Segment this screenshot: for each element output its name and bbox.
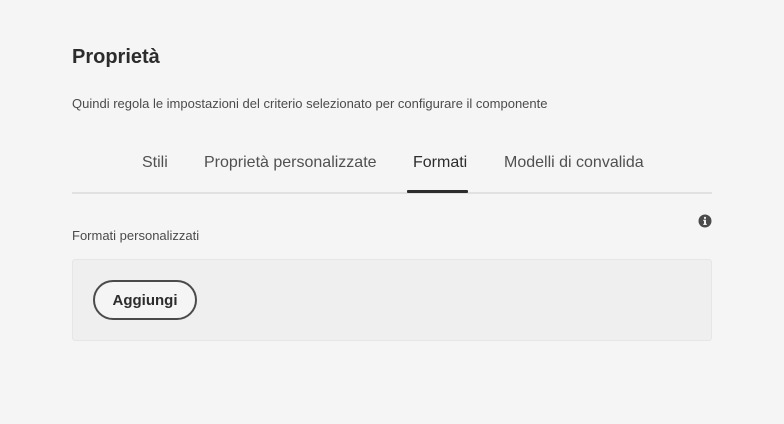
tab-stili[interactable]: Stili xyxy=(142,154,168,172)
add-button[interactable]: Aggiungi xyxy=(93,280,197,320)
tab-proprieta-personalizzate[interactable]: Proprietà personalizzate xyxy=(204,154,377,172)
selected-tab-indicator xyxy=(407,190,468,193)
tab-modelli-di-convalida[interactable]: Modelli di convalida xyxy=(504,154,644,172)
field-label: Formati personalizzati xyxy=(72,228,200,243)
page-title: Proprietà xyxy=(72,46,160,68)
tab-list: Stili Proprietà personalizzate Formati M… xyxy=(72,146,712,194)
page-description: Quindi regola le impostazioni del criter… xyxy=(72,96,548,111)
tab-formati[interactable]: Formati xyxy=(413,154,467,172)
info-icon[interactable] xyxy=(698,214,712,228)
properties-panel: Proprietà Quindi regola le impostazioni … xyxy=(0,0,784,424)
